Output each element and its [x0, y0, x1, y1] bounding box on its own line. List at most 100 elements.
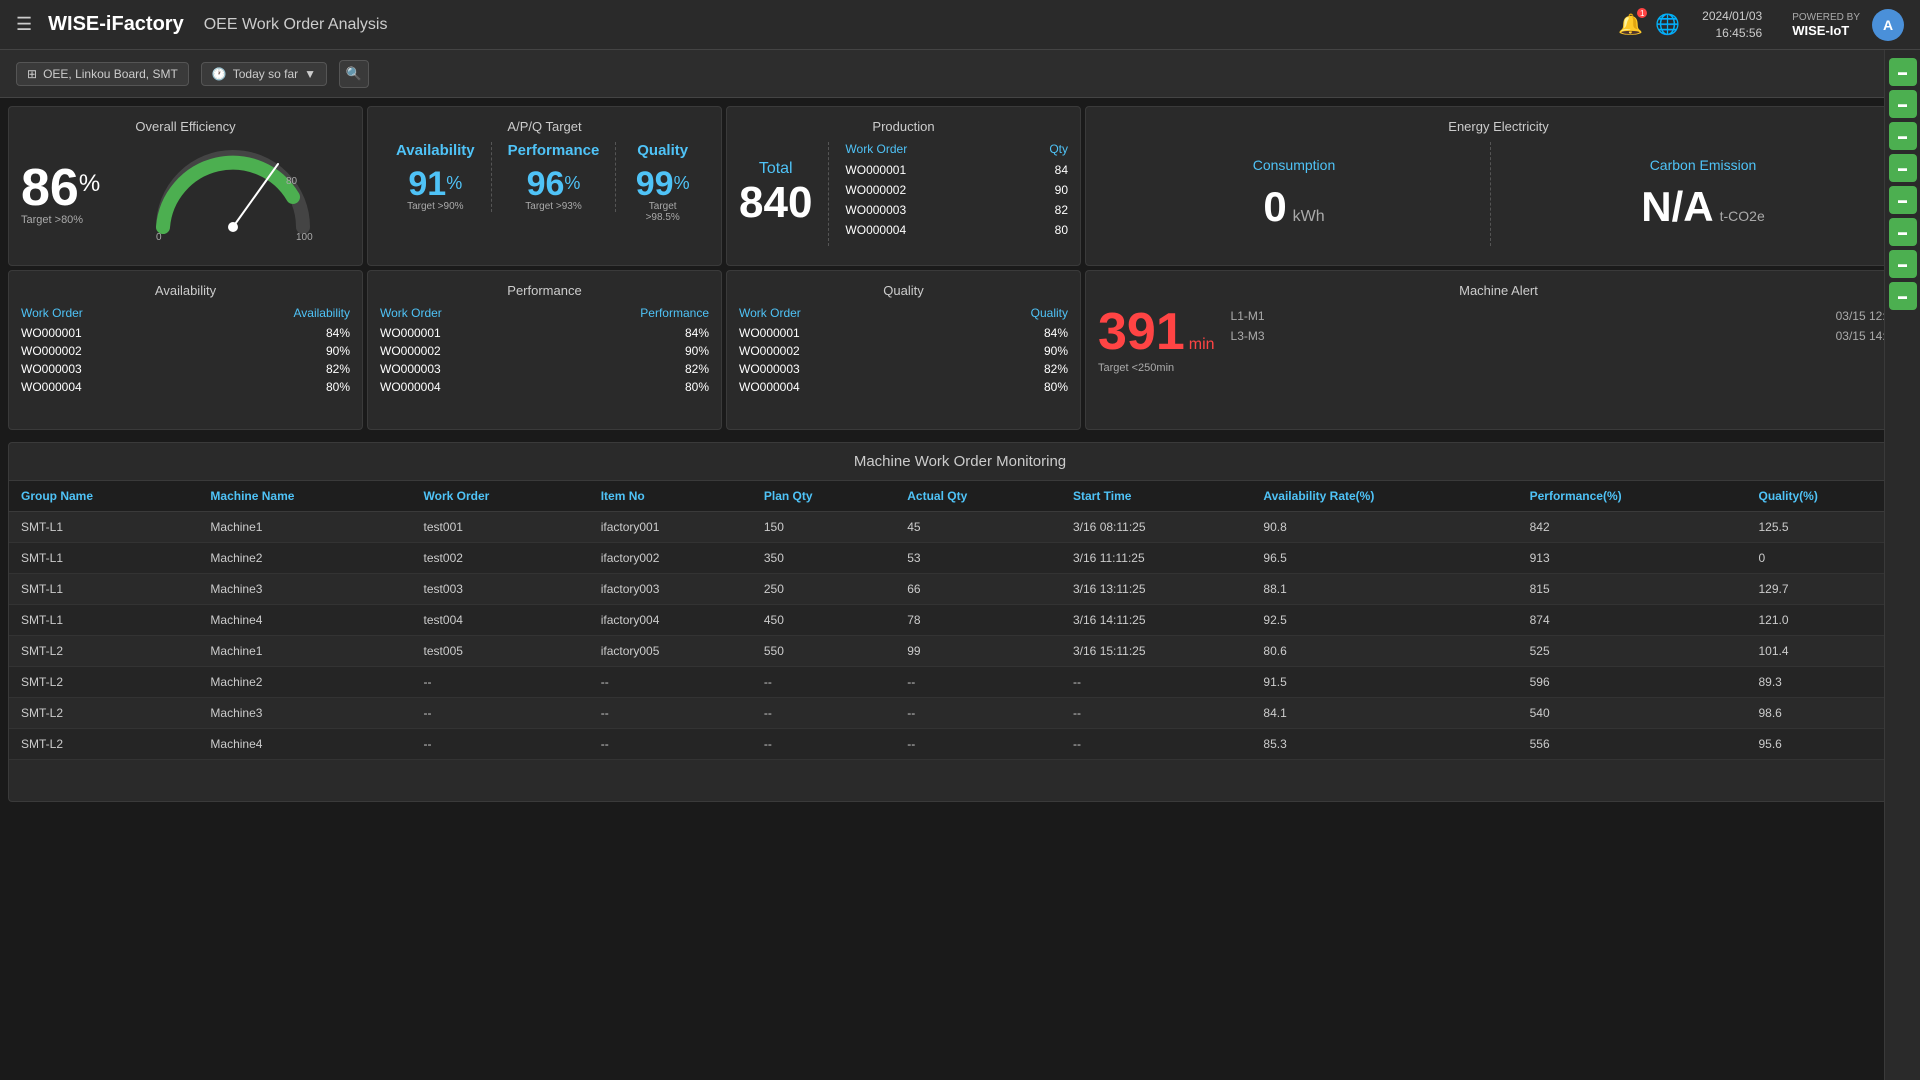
alert-machine-name: L3-M3: [1231, 329, 1265, 343]
sidebar-btn-1[interactable]: ▬: [1889, 58, 1917, 86]
availability-order-row: WO00000290%: [21, 342, 350, 360]
table-cell: SMT-L2: [9, 698, 198, 729]
alert-machines: L1-M103/15 12:35L3-M303/15 14:00: [1231, 306, 1899, 410]
powered-by-brand: WISE-IoT: [1792, 23, 1860, 38]
quality-rows: WO00000184%WO00000290%WO00000382%WO00000…: [739, 324, 1068, 396]
perf-order-val: 82%: [685, 362, 709, 376]
table-cell: ifactory003: [589, 574, 752, 605]
table-column-header: Machine Name: [198, 481, 411, 512]
qual-order-id: WO000001: [739, 326, 800, 340]
table-cell: test002: [412, 543, 589, 574]
brand-name: WISE-iFactory: [48, 13, 184, 36]
alert-card-title: Machine Alert: [1098, 283, 1899, 298]
quality-order-row: WO00000184%: [739, 324, 1068, 342]
table-column-header: Performance(%): [1518, 481, 1747, 512]
production-title: Production: [739, 119, 1068, 134]
avail-order-id: WO000004: [21, 380, 82, 394]
efficiency-value-block: 86 % Target >80%: [21, 162, 100, 226]
table-cell: 99: [895, 636, 1061, 667]
monitoring-table-section: Machine Work Order Monitoring Group Name…: [8, 442, 1912, 802]
table-cell: SMT-L1: [9, 543, 198, 574]
order-id: WO000004: [845, 223, 906, 237]
carbon-label: Carbon Emission: [1650, 157, 1757, 173]
sidebar-btn-5[interactable]: ▬: [1889, 186, 1917, 214]
production-order-row: WO00000480: [845, 220, 1068, 240]
order-id: WO000001: [845, 163, 906, 177]
production-order-row: WO00000184: [845, 160, 1068, 180]
perf-order-val: 84%: [685, 326, 709, 340]
table-cell: 450: [752, 605, 895, 636]
quality-metric: Quality 99 % Target >98.5%: [616, 142, 709, 223]
table-row: SMT-L2Machine3----------84.154098.6: [9, 698, 1911, 729]
order-id: WO000003: [845, 203, 906, 217]
perf-wo-col: Work Order: [380, 306, 442, 320]
quality-order-row: WO00000480%: [739, 378, 1068, 396]
sidebar-btn-3[interactable]: ▬: [1889, 122, 1917, 150]
qual-order-id: WO000003: [739, 362, 800, 376]
carbon-metric: Carbon Emission N/A t-CO2e: [1507, 142, 1899, 246]
site-filter[interactable]: ⊞ OEE, Linkou Board, SMT: [16, 62, 189, 86]
perf-order-id: WO000004: [380, 380, 441, 394]
svg-text:80: 80: [286, 176, 298, 187]
consumption-metric: Consumption 0 kWh: [1098, 142, 1491, 246]
sidebar-btn-6[interactable]: ▬: [1889, 218, 1917, 246]
table-cell: --: [752, 729, 895, 760]
table-column-header: Availability Rate(%): [1251, 481, 1517, 512]
production-card: Production Total 840 Work Order Qty WO00…: [726, 106, 1081, 266]
performance-target: Target >93%: [508, 201, 600, 212]
avail-wo-col: Work Order: [21, 306, 83, 320]
table-cell: 540: [1518, 698, 1747, 729]
powered-by: POWERED BY WISE-IoT: [1792, 12, 1860, 38]
sidebar-btn-8[interactable]: ▬: [1889, 282, 1917, 310]
table-cell: 96.5: [1251, 543, 1517, 574]
user-avatar[interactable]: A: [1872, 9, 1904, 41]
clock-icon: 🕐: [212, 67, 227, 81]
apq-metrics: Availability 91 % Target >90% Performanc…: [380, 142, 709, 246]
avail-order-id: WO000002: [21, 344, 82, 358]
table-cell: ifactory004: [589, 605, 752, 636]
sidebar-btn-4[interactable]: ▬: [1889, 154, 1917, 182]
sidebar-btn-2[interactable]: ▬: [1889, 90, 1917, 118]
table-container[interactable]: Group NameMachine NameWork OrderItem NoP…: [9, 481, 1911, 801]
table-cell: --: [752, 667, 895, 698]
qual-val-col: Quality: [1031, 306, 1068, 320]
time-filter[interactable]: 🕐 Today so far ▼: [201, 62, 327, 86]
table-cell: Machine2: [198, 543, 411, 574]
notification-bell[interactable]: 🔔 1: [1618, 12, 1643, 37]
table-cell: Machine4: [198, 729, 411, 760]
page-title: OEE Work Order Analysis: [204, 16, 388, 34]
table-body: SMT-L1Machine1test001ifactory001150453/1…: [9, 512, 1911, 760]
performance-order-row: WO00000184%: [380, 324, 709, 342]
table-column-header: Plan Qty: [752, 481, 895, 512]
table-cell: --: [1061, 698, 1251, 729]
carbon-value: N/A: [1641, 183, 1713, 231]
globe-icon[interactable]: 🌐: [1655, 12, 1680, 37]
performance-order-row: WO00000480%: [380, 378, 709, 396]
search-button[interactable]: 🔍: [339, 60, 369, 88]
machine-alert-card: Machine Alert 391 min Target <250min L1-…: [1085, 270, 1912, 430]
total-label: Total: [759, 160, 793, 178]
performance-card: Performance Work Order Performance WO000…: [367, 270, 722, 430]
table-cell: 556: [1518, 729, 1747, 760]
order-qty: 90: [1055, 183, 1068, 197]
table-cell: ifactory001: [589, 512, 752, 543]
table-cell: --: [1061, 729, 1251, 760]
availability-card-title: Availability: [21, 283, 350, 298]
table-row: SMT-L1Machine2test002ifactory002350533/1…: [9, 543, 1911, 574]
table-cell: Machine1: [198, 512, 411, 543]
alert-machine-row: L3-M303/15 14:00: [1231, 326, 1899, 346]
perf-val-col: Performance: [640, 306, 709, 320]
menu-icon[interactable]: ☰: [16, 14, 32, 35]
table-cell: SMT-L1: [9, 512, 198, 543]
table-cell: SMT-L2: [9, 636, 198, 667]
table-cell: 92.5: [1251, 605, 1517, 636]
table-cell: test003: [412, 574, 589, 605]
consumption-unit: kWh: [1293, 208, 1325, 226]
availability-order-row: WO00000184%: [21, 324, 350, 342]
sidebar-btn-7[interactable]: ▬: [1889, 250, 1917, 278]
consumption-value: 0: [1263, 183, 1286, 231]
quality-label: Quality: [632, 142, 693, 159]
production-order-row: WO00000382: [845, 200, 1068, 220]
order-id: WO000002: [845, 183, 906, 197]
monitoring-table-title: Machine Work Order Monitoring: [9, 443, 1911, 481]
